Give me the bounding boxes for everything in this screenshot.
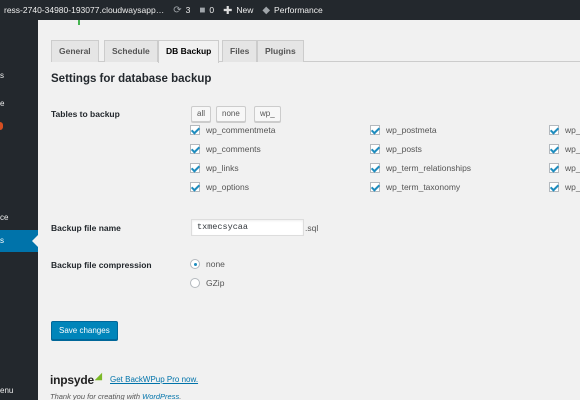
tab-general[interactable]: General (51, 40, 99, 62)
checkbox-checked[interactable] (190, 125, 200, 135)
updates-item[interactable]: ⟳ 3 (173, 5, 190, 16)
tab-plugins[interactable]: Plugins (257, 40, 304, 62)
admin-sidebar: s e ce s enu (0, 20, 38, 400)
site-name-link[interactable]: ress-2740-34980-193077.cloudwaysapp… (0, 5, 164, 15)
sidebar-item-fragment[interactable]: s (0, 236, 4, 245)
save-button[interactable]: Save changes (51, 321, 118, 340)
get-pro-link[interactable]: Get BackWPup Pro now. (110, 375, 198, 384)
performance-icon: ◆ (262, 4, 271, 16)
compression-radio-none[interactable]: none (190, 259, 225, 269)
performance-item[interactable]: ◆ Performance (262, 5, 322, 16)
sidebar-item-fragment[interactable]: ce (0, 213, 8, 222)
tab-files[interactable]: Files (222, 40, 258, 62)
settings-tabs: General Schedule DB Backup Files Plugins (51, 40, 580, 63)
radio-unselected[interactable] (190, 278, 200, 288)
table-checkbox[interactable]: wp_comments (190, 144, 261, 154)
table-checkbox[interactable]: wp_options (190, 182, 249, 192)
table-checkbox[interactable]: wp_ (549, 163, 580, 173)
checkbox-checked[interactable] (190, 182, 200, 192)
compression-label: Backup file compression (51, 260, 152, 270)
filename-label: Backup file name (51, 223, 121, 233)
filename-input[interactable]: txmecsycaa (191, 219, 304, 236)
tab-db-backup[interactable]: DB Backup (158, 40, 220, 63)
select-prefix-button[interactable]: wp_ (254, 106, 281, 122)
table-checkbox[interactable]: wp_links (190, 163, 239, 173)
checkbox-checked[interactable] (549, 144, 559, 154)
inpsyde-logo[interactable]: inpsyde◢ (50, 371, 102, 387)
refresh-icon: ⟳ (173, 4, 182, 16)
checkbox-checked[interactable] (370, 125, 380, 135)
comments-item[interactable]: ■ 0 (199, 5, 214, 16)
checkbox-checked[interactable] (370, 163, 380, 173)
tab-schedule[interactable]: Schedule (104, 40, 158, 62)
select-all-button[interactable]: all (191, 106, 212, 122)
tables-label: Tables to backup (51, 109, 120, 119)
comments-count: 0 (209, 5, 215, 15)
checkbox-checked[interactable] (549, 125, 559, 135)
checkbox-checked[interactable] (190, 163, 200, 173)
table-checkbox[interactable]: wp_term_taxonomy (370, 182, 460, 192)
comment-icon: ■ (199, 4, 206, 16)
table-checkbox[interactable]: wp_ (549, 182, 580, 192)
leaf-icon: ◢ (94, 371, 102, 381)
footer-thanks: Thank you for creating with WordPress. (50, 392, 182, 400)
table-checkbox[interactable]: wp_ (549, 144, 580, 154)
checkbox-checked[interactable] (370, 144, 380, 154)
sidebar-item-fragment[interactable]: s (0, 71, 4, 80)
checkbox-checked[interactable] (370, 182, 380, 192)
table-checkbox[interactable]: wp_ (549, 125, 580, 135)
filename-extension: .sql (305, 223, 319, 233)
main-content: General Schedule DB Backup Files Plugins… (38, 20, 580, 400)
notice-border (78, 20, 80, 25)
checkbox-checked[interactable] (190, 144, 200, 154)
compression-radio-gzip[interactable]: GZip (190, 278, 224, 288)
table-checkbox[interactable]: wp_commentmeta (190, 125, 275, 135)
new-content-item[interactable]: ✚ New (223, 4, 253, 17)
admin-bar: ress-2740-34980-193077.cloudwaysapp… ⟳ 3… (0, 0, 580, 20)
sidebar-item-fragment[interactable]: e (0, 99, 4, 108)
table-checkbox[interactable]: wp_postmeta (370, 125, 437, 135)
table-checkbox[interactable]: wp_term_relationships (370, 163, 471, 173)
radio-selected[interactable] (190, 259, 200, 269)
checkbox-checked[interactable] (549, 182, 559, 192)
wordpress-link[interactable]: WordPress (142, 392, 179, 400)
performance-label: Performance (274, 5, 323, 15)
notification-badge (0, 122, 3, 130)
table-checkbox[interactable]: wp_posts (370, 144, 422, 154)
select-none-button[interactable]: none (216, 106, 246, 122)
collapse-menu[interactable]: enu (0, 386, 13, 395)
new-label: New (236, 5, 254, 15)
checkbox-checked[interactable] (549, 163, 559, 173)
plus-icon: ✚ (223, 4, 233, 17)
updates-count: 3 (185, 5, 191, 15)
page-title: Settings for database backup (51, 73, 212, 85)
